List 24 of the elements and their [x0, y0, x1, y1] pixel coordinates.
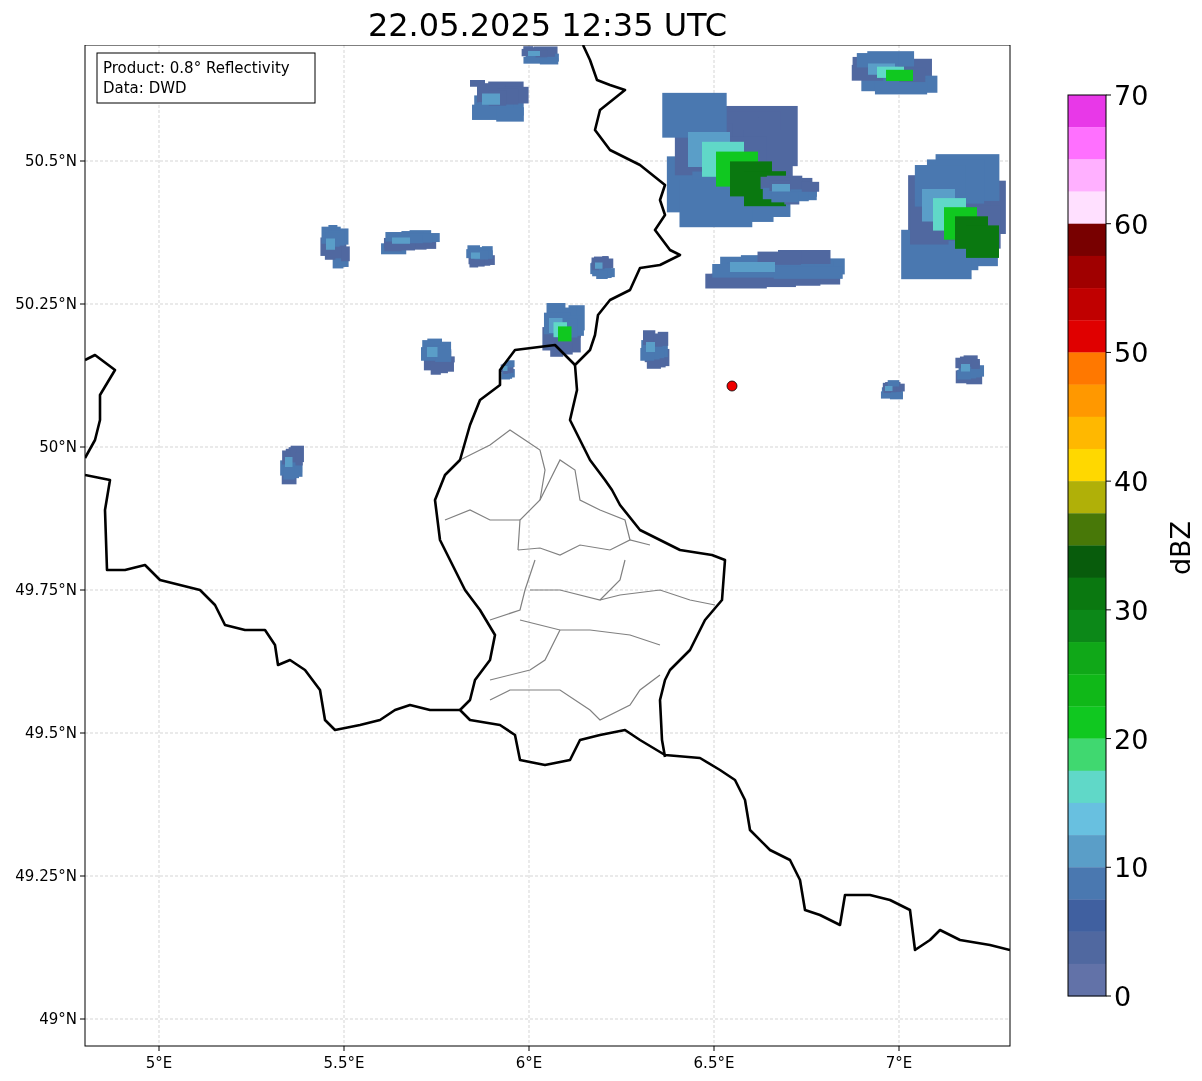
- colorbar-axis-label: dBZ: [1165, 520, 1196, 576]
- colorbar-tick-label: 40: [1114, 466, 1149, 498]
- longitude-label: 7°E: [885, 1054, 913, 1072]
- colorbar-tick-label: 20: [1114, 723, 1149, 755]
- colorbar-tick-label: 30: [1114, 594, 1149, 626]
- colorbar-tick-label: 70: [1114, 80, 1149, 111]
- info-label: Product: 0.8° Reflectivity Data: DWD: [96, 52, 316, 104]
- latitude-label: 49.75°N: [15, 581, 77, 599]
- colorbar-tick-label: 0: [1114, 981, 1132, 1012]
- latitude-label: 49.25°N: [15, 867, 77, 885]
- longitude-label: 6.5°E: [693, 1054, 735, 1072]
- chart-title: 22.05.2025 12:35 UTC: [367, 5, 728, 45]
- latitude-label: 50.25°N: [15, 295, 77, 313]
- latitude-label: 49.5°N: [24, 724, 77, 742]
- colorbar-tick-label: 10: [1114, 852, 1149, 884]
- longitude-label: 5°E: [145, 1054, 173, 1072]
- latitude-label: 50.5°N: [24, 152, 77, 170]
- radar-site-marker: [726, 380, 738, 392]
- longitude-label: 6°E: [515, 1054, 543, 1072]
- longitude-label: 5.5°E: [323, 1054, 365, 1072]
- latitude-label: 50°N: [39, 438, 77, 456]
- colorbar-tick-label: 50: [1114, 337, 1149, 369]
- latitude-label: 49°N: [39, 1010, 77, 1028]
- colorbar-tick-label: 60: [1114, 208, 1149, 240]
